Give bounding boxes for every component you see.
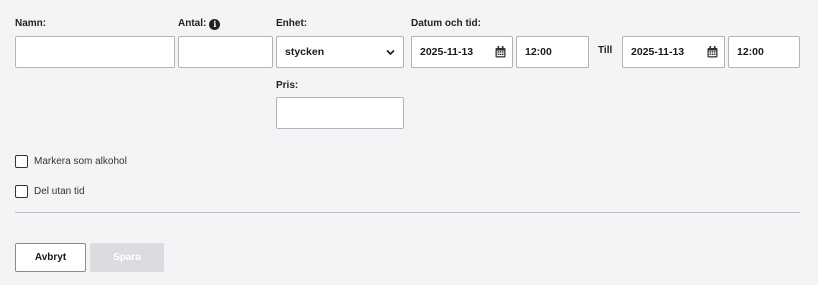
cancel-button[interactable]: Avbryt <box>15 243 86 272</box>
from-date-input[interactable]: 2025-11-13 <box>411 36 513 68</box>
quantity-label-wrap: Antal: i <box>178 18 221 30</box>
name-input[interactable] <box>15 36 175 68</box>
info-icon[interactable]: i <box>209 19 221 30</box>
to-date-input[interactable]: 2025-11-13 <box>622 36 725 68</box>
save-button[interactable]: Spara <box>90 243 164 272</box>
from-time-input[interactable]: 12:00 <box>516 36 589 68</box>
calendar-icon[interactable] <box>707 46 718 58</box>
unit-selected-value: stycken <box>285 46 325 58</box>
quantity-label: Antal: <box>178 18 207 29</box>
quantity-input[interactable] <box>178 36 273 68</box>
no-time-checkbox-label[interactable]: Del utan tid <box>34 186 85 197</box>
price-input[interactable] <box>276 97 404 129</box>
name-label: Namn: <box>15 18 47 29</box>
to-date-value: 2025-11-13 <box>631 46 685 58</box>
unit-select[interactable]: stycken <box>276 36 404 68</box>
divider <box>15 212 800 213</box>
no-time-checkbox[interactable] <box>15 185 28 198</box>
alcohol-checkbox[interactable] <box>15 155 28 168</box>
calendar-icon[interactable] <box>495 46 506 58</box>
from-time-value: 12:00 <box>525 46 552 58</box>
datetime-label: Datum och tid: <box>411 18 481 29</box>
alcohol-checkbox-label[interactable]: Markera som alkohol <box>34 156 127 167</box>
unit-label: Enhet: <box>276 18 308 29</box>
to-time-input[interactable]: 12:00 <box>728 36 800 68</box>
chevron-down-icon <box>386 49 395 56</box>
price-label: Pris: <box>276 80 299 91</box>
from-date-value: 2025-11-13 <box>420 46 474 58</box>
to-label: Till <box>598 45 613 56</box>
to-time-value: 12:00 <box>737 46 764 58</box>
